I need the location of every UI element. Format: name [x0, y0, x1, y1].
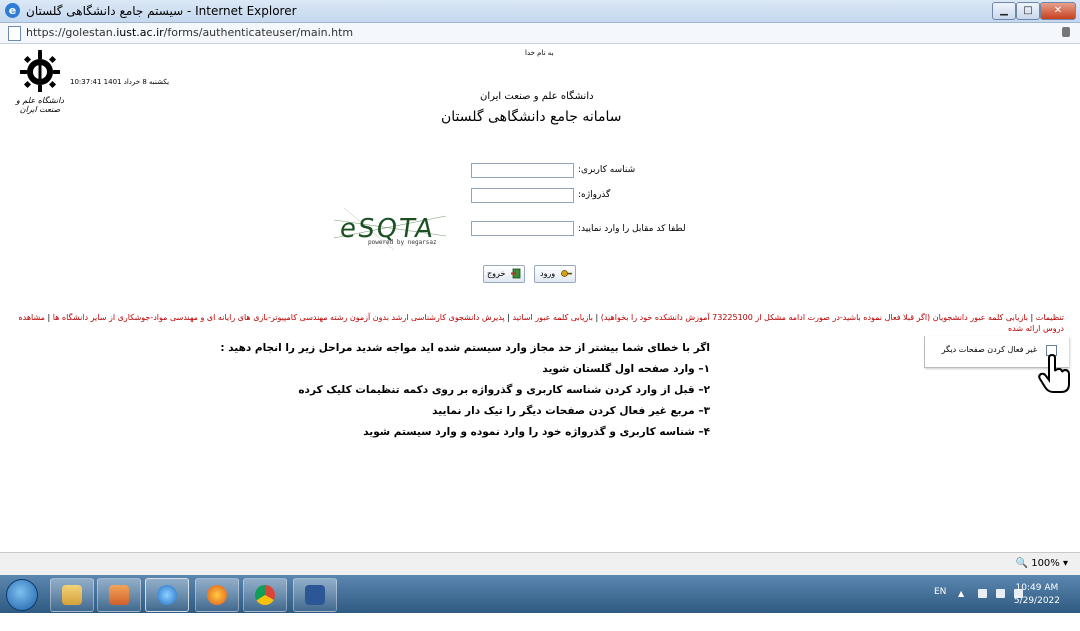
instruction-heading: اگر با خطای شما بیشتر از حد مجاز وارد سی… [220, 342, 710, 354]
captcha-label: لطفا کد مقابل را وارد نمایید: [578, 224, 686, 234]
taskbar-file-explorer[interactable] [50, 578, 94, 612]
instruction-step-4: ۴– شناسه کاربری و گذرواژه خود را وارد نم… [363, 426, 710, 438]
link-separator: | [592, 313, 599, 322]
exit-door-icon [511, 268, 521, 279]
instruction-step-3: ۳– مربع غیر فعال کردن صفحات دیگر را تیک … [432, 405, 710, 417]
hand-cursor-icon [1038, 354, 1070, 393]
password-input[interactable] [471, 188, 574, 203]
url-domain: iust.ac.ir [116, 26, 164, 39]
clock[interactable]: 10:49 AM 5/29/2022 [1014, 582, 1060, 608]
firefox-icon [207, 585, 227, 605]
page-content: به نام خدا دانشگاه علم و صنعت ایران 10:3… [0, 44, 1080, 552]
zoom-control[interactable]: 🔍 100% ▾ [1016, 558, 1068, 569]
clock-time: 10:49 AM [1015, 583, 1059, 593]
zoom-icon: 🔍 [1015, 558, 1029, 569]
bottom-margin [0, 613, 1080, 631]
university-logo: دانشگاه علم و صنعت ایران [14, 48, 66, 114]
taskbar-internet-explorer[interactable] [145, 578, 189, 612]
exit-button-label: خروج [487, 269, 506, 278]
show-hidden-icons-icon[interactable]: ▲ [958, 589, 967, 598]
lock-icon[interactable] [1062, 27, 1070, 37]
link-settings[interactable]: تنظیمات [1036, 313, 1064, 322]
link-masters-admission[interactable]: پذیرش دانشجوی کارشناسی ارشد بدون آزمون ر… [53, 313, 505, 322]
minimize-button[interactable]: ▁ [992, 2, 1016, 20]
link-student-password-recovery[interactable]: بازیابی کلمه عبور دانشجویان (اگر قبلا فع… [601, 313, 1028, 322]
university-name: دانشگاه علم و صنعت ایران [480, 91, 594, 102]
start-button[interactable] [6, 579, 38, 611]
login-button-label: ورود [540, 269, 556, 278]
links-bar: تنظیمات | بازیابی کلمه عبور دانشجویان (ا… [4, 312, 1064, 334]
network-icon[interactable] [996, 589, 1005, 598]
media-player-icon [109, 585, 129, 605]
chrome-icon [255, 585, 275, 605]
address-bar[interactable]: https://golestan.iust.ac.ir/forms/authen… [0, 23, 1080, 44]
url-prefix: https://golestan. [26, 26, 117, 39]
clock-date: 5/29/2022 [1013, 596, 1060, 606]
action-center-icon[interactable] [978, 589, 987, 598]
captcha-image: eSQTA powered by negarsaz [334, 208, 446, 250]
language-indicator[interactable]: EN [934, 587, 946, 597]
word-icon [305, 585, 325, 605]
system-tray: EN ▲ 10:49 AM 5/29/2022 [900, 575, 1080, 613]
disable-other-pages-label: غیر فعال کردن صفحات دیگر [941, 345, 1037, 354]
status-bar: 🔍 100% ▾ [0, 552, 1080, 575]
zoom-level: 100% [1031, 558, 1060, 569]
internet-explorer-icon [157, 585, 177, 605]
instruction-step-1: ۱– وارد صفحه اول گلستان شوید [542, 363, 710, 375]
taskbar-media-player[interactable] [97, 578, 141, 612]
url-text[interactable]: https://golestan.iust.ac.ir/forms/authen… [26, 26, 353, 39]
link-separator: | [44, 313, 51, 322]
link-separator: | [1027, 313, 1034, 322]
key-icon [561, 270, 572, 277]
taskbar: EN ▲ 10:49 AM 5/29/2022 [0, 575, 1080, 613]
taskbar-firefox[interactable] [195, 578, 239, 612]
datetime-text: 10:37:41 یکشنبه 8 خرداد 1401 [70, 78, 170, 86]
taskbar-chrome[interactable] [243, 578, 287, 612]
internet-explorer-icon: e [5, 3, 20, 18]
login-button[interactable]: ورود [534, 265, 576, 283]
username-input[interactable] [471, 163, 574, 178]
maximize-button[interactable]: □ [1016, 2, 1040, 20]
password-label: گذرواژه: [578, 190, 611, 200]
username-label: شناسه کاربری: [578, 165, 636, 175]
logo-emblem-icon [20, 48, 60, 92]
window-titlebar: e سیستم جامع دانشگاهی گلستان - Internet … [0, 0, 1080, 23]
url-path: /forms/authenticateuser/main.htm [163, 26, 354, 39]
file-explorer-icon [62, 585, 82, 605]
instruction-step-2: ۲– قبل از وارد کردن شناسه کاربری و گذروا… [298, 384, 710, 396]
exit-button[interactable]: خروج [483, 265, 525, 283]
taskbar-word[interactable] [293, 578, 337, 612]
captcha-input[interactable] [471, 221, 574, 236]
page-icon [8, 26, 21, 41]
logo-caption: دانشگاه علم و صنعت ایران [16, 96, 64, 114]
captcha-powered-text: powered by negarsaz [368, 239, 437, 246]
close-window-button[interactable]: ✕ [1040, 2, 1076, 20]
system-title: سامانه جامع دانشگاهی گلستان [441, 109, 622, 125]
besmellah-text: به نام خدا [525, 49, 554, 57]
window-title: سیستم جامع دانشگاهی گلستان - Internet Ex… [26, 4, 297, 18]
link-separator: | [504, 313, 510, 322]
link-professor-password-recovery[interactable]: بازیابی کلمه عبور اساتید [512, 313, 592, 322]
